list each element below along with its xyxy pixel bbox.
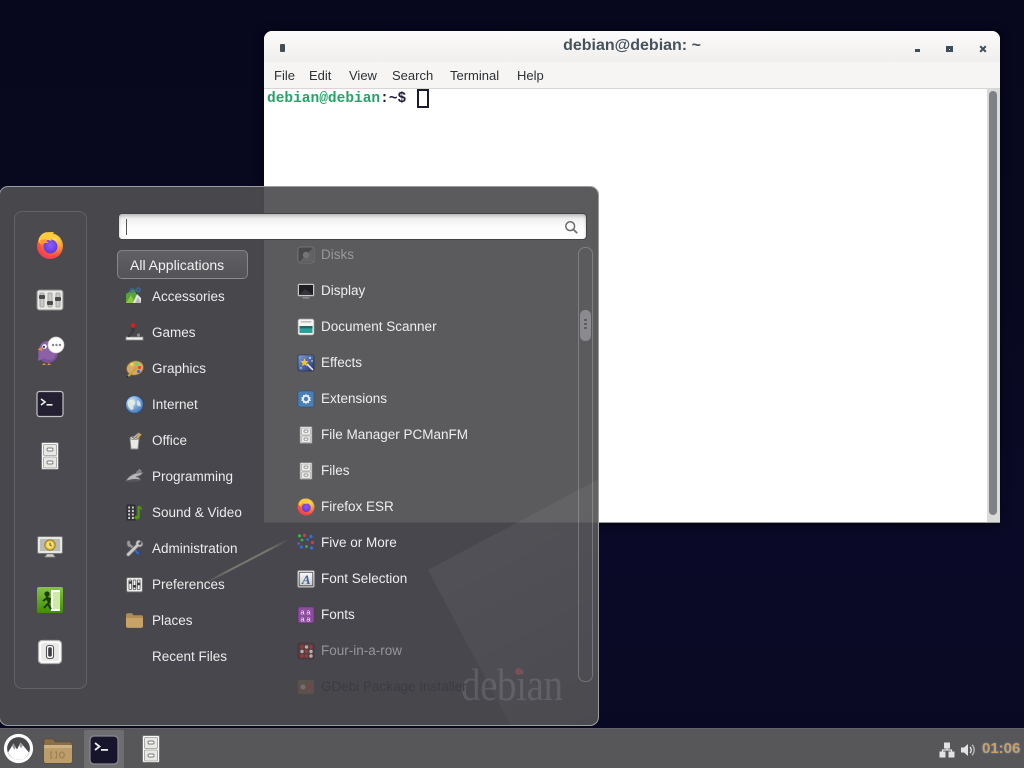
svg-text:A: A	[301, 572, 311, 587]
